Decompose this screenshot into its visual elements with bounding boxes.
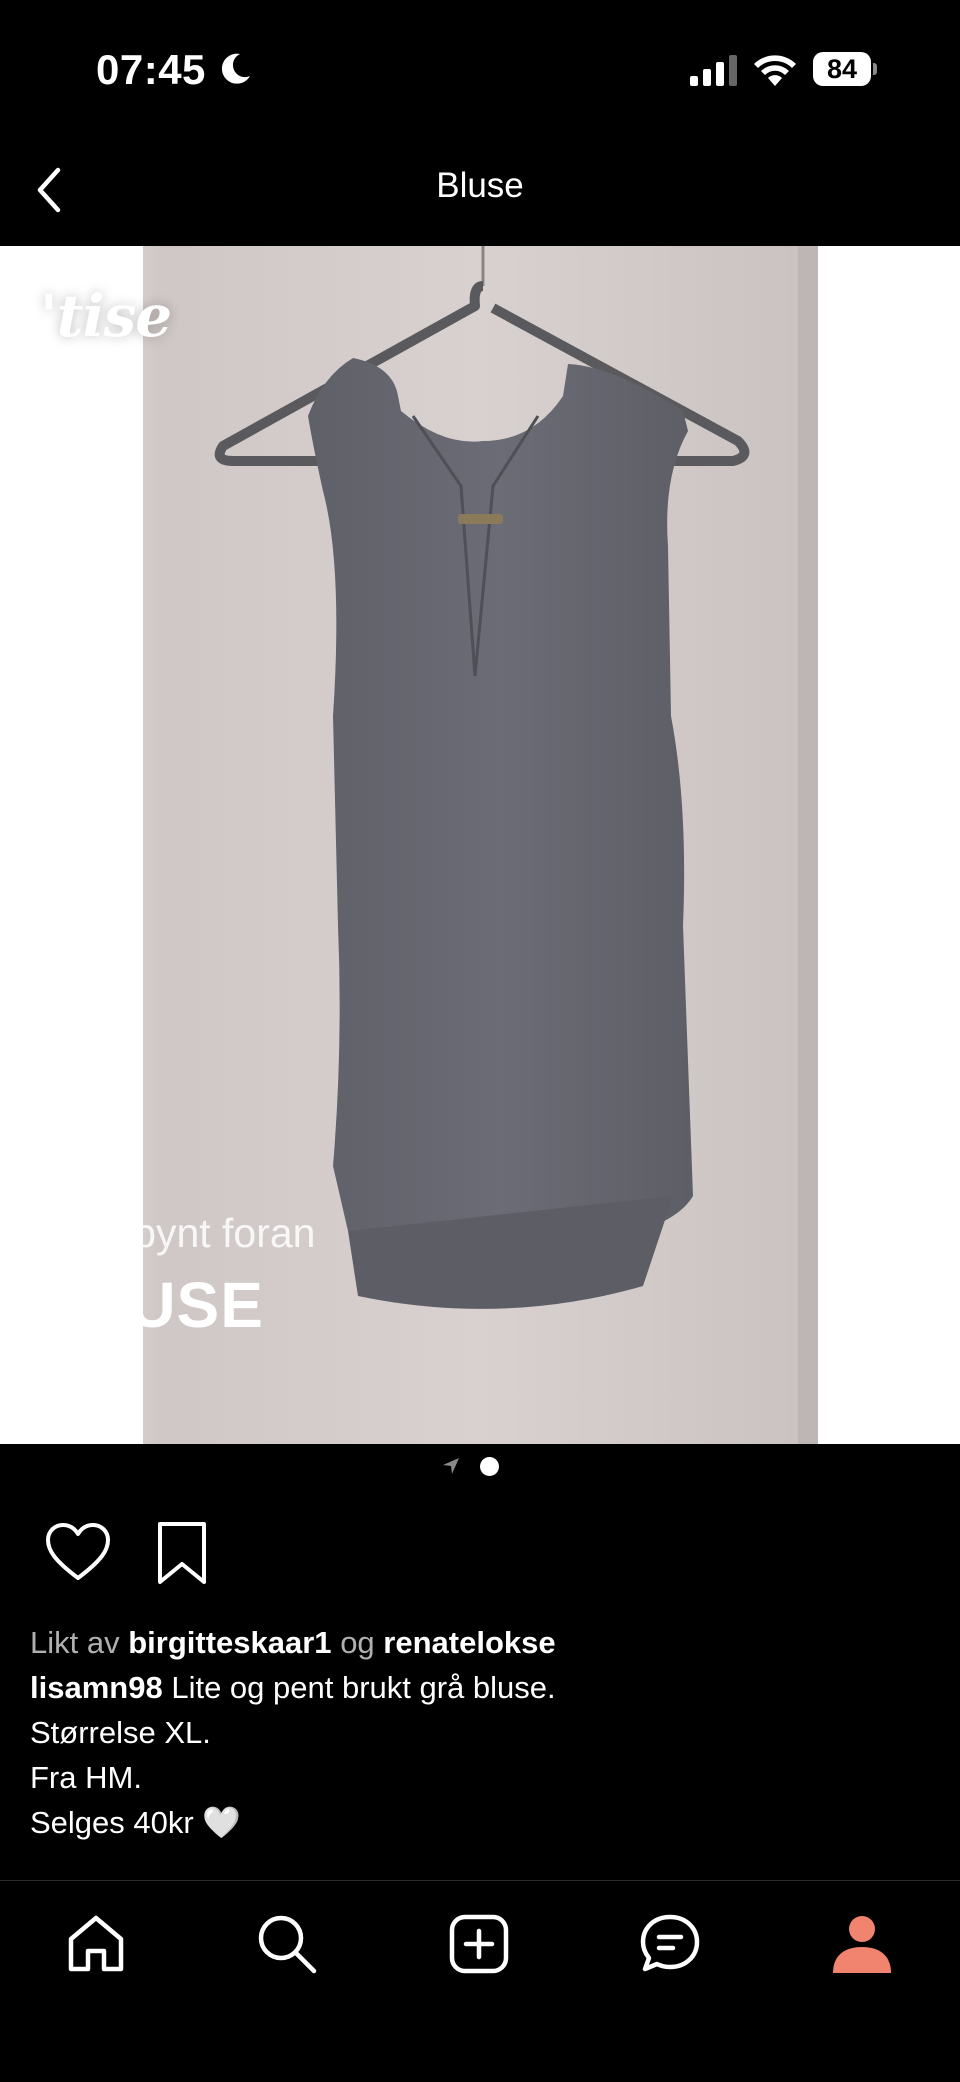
post-caption: Likt av birgitteskaar1 og renatelokse li… bbox=[30, 1620, 930, 1845]
caption-first-line: lisamn98 Lite og pent brukt grå bluse. bbox=[30, 1665, 930, 1710]
tab-profile[interactable] bbox=[829, 1911, 895, 1977]
status-time: 07:45 bbox=[96, 46, 206, 93]
moon-icon bbox=[221, 53, 250, 84]
page-title: Bluse bbox=[436, 166, 524, 205]
listing-title: BLUSE bbox=[42, 1269, 264, 1341]
home-icon bbox=[68, 1915, 124, 1972]
liker-username[interactable]: birgitteskaar1 bbox=[128, 1625, 331, 1660]
likes-row: Likt av birgitteskaar1 og renatelokse bbox=[30, 1620, 930, 1665]
tab-search[interactable] bbox=[254, 1911, 320, 1977]
image-pager[interactable] bbox=[0, 1456, 960, 1476]
person-icon bbox=[833, 1916, 891, 1973]
battery-indicator: 84 bbox=[813, 52, 877, 88]
bottom-tab-bar bbox=[0, 1880, 960, 2082]
wifi-icon bbox=[754, 55, 796, 86]
heart-icon[interactable] bbox=[44, 1522, 112, 1584]
liked-conjunction: og bbox=[340, 1625, 375, 1660]
cellular-signal-icon bbox=[690, 55, 737, 86]
search-icon bbox=[258, 1915, 317, 1974]
status-bar: 07:45 84 bbox=[0, 0, 960, 140]
caption-text: Fra HM. bbox=[30, 1760, 142, 1795]
tise-logo: 'tise bbox=[40, 282, 172, 350]
listing-subtitle: Med pynt foran bbox=[42, 1210, 316, 1256]
caption-text: Selges 40kr 🤍 bbox=[30, 1805, 241, 1840]
battery-tip bbox=[873, 63, 877, 75]
liker-username[interactable]: renatelokse bbox=[383, 1625, 555, 1660]
caption-text: Lite og pent brukt grå bluse. bbox=[171, 1670, 556, 1705]
chat-icon bbox=[640, 1914, 700, 1972]
location-arrow-icon bbox=[443, 1458, 459, 1474]
navigation-bar: Bluse bbox=[0, 140, 960, 246]
tab-home[interactable] bbox=[63, 1911, 129, 1977]
tab-add[interactable] bbox=[446, 1911, 512, 1977]
listing-image[interactable]: 'tise Med pynt foran BLUSE 75 kr bbox=[0, 246, 960, 1444]
product-photo bbox=[143, 246, 818, 1444]
caption-text: Størrelse XL. bbox=[30, 1715, 211, 1750]
post-actions bbox=[0, 1516, 960, 1592]
author-username[interactable]: lisamn98 bbox=[30, 1670, 163, 1705]
tab-messages[interactable] bbox=[637, 1911, 703, 1977]
image-overlay-fade bbox=[0, 246, 160, 1444]
liked-by-label: Likt av bbox=[30, 1625, 120, 1660]
battery-level: 84 bbox=[813, 52, 871, 86]
listing-price: 75 kr bbox=[42, 1356, 138, 1402]
bookmark-icon[interactable] bbox=[154, 1520, 210, 1586]
plus-square-icon bbox=[449, 1914, 509, 1974]
pager-dot-active[interactable] bbox=[480, 1457, 499, 1476]
